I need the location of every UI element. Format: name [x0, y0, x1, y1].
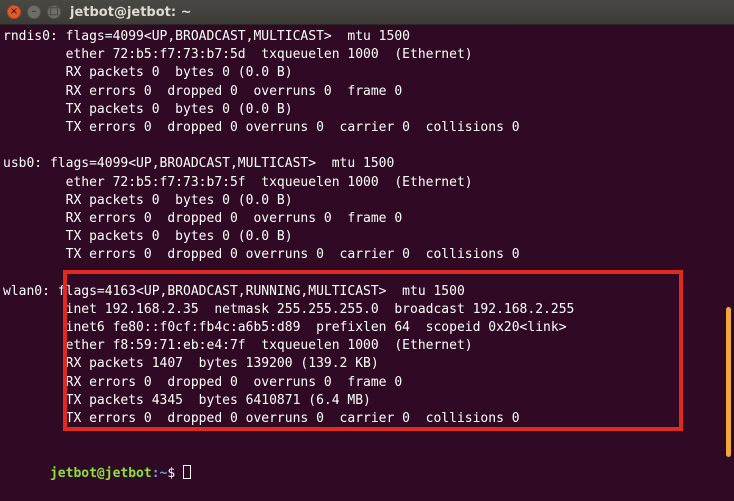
- terminal-line: RX packets 0 bytes 0 (0.0 B): [3, 65, 293, 81]
- title-bar: × – □ jetbot@jetbot: ~: [0, 0, 734, 25]
- terminal-line: RX packets 1407 bytes 139200 (139.2 KB): [3, 356, 379, 372]
- maximize-button[interactable]: □: [47, 5, 61, 19]
- terminal-line: ether 72:b5:f7:73:b7:5f txqueuelen 1000 …: [3, 174, 473, 190]
- text-cursor: [183, 464, 192, 479]
- terminal-output[interactable]: rndis0: flags=4099<UP,BROADCAST,MULTICAS…: [0, 25, 721, 481]
- terminal-line: TX packets 4345 bytes 6410871 (6.4 MB): [3, 392, 371, 408]
- maximize-icon: □: [49, 6, 59, 17]
- terminal-line: rndis0: flags=4099<UP,BROADCAST,MULTICAS…: [3, 29, 410, 44]
- terminal-line: inet 192.168.2.35 netmask 255.255.255.0 …: [3, 301, 575, 317]
- minimize-button[interactable]: –: [27, 5, 41, 19]
- terminal-line: RX errors 0 dropped 0 overruns 0 frame 0: [3, 210, 403, 226]
- terminal-line: wlan0: flags=4163<UP,BROADCAST,RUNNING,M…: [3, 283, 465, 299]
- close-button[interactable]: ×: [7, 5, 21, 19]
- terminal-line: RX errors 0 dropped 0 overruns 0 frame 0: [3, 374, 403, 390]
- scrollbar[interactable]: [721, 25, 734, 463]
- terminal-line: ether 72:b5:f7:73:b7:5d txqueuelen 1000 …: [3, 47, 473, 63]
- terminal-line: usb0: flags=4099<UP,BROADCAST,MULTICAST>…: [3, 156, 395, 172]
- terminal-line: TX packets 0 bytes 0 (0.0 B): [3, 101, 293, 117]
- prompt-line[interactable]: jetbot@jetbot:~$: [3, 446, 721, 481]
- terminal-line: RX packets 0 bytes 0 (0.0 B): [3, 192, 293, 208]
- terminal-line: inet6 fe80::f0cf:fb4c:a6b5:d89 prefixlen…: [3, 320, 567, 335]
- terminal-line: TX errors 0 dropped 0 overruns 0 carrier…: [3, 119, 520, 135]
- prompt-symbol: $: [167, 465, 184, 481]
- scrollbar-thumb[interactable]: [726, 307, 731, 457]
- prompt-user-host: jetbot@jetbot: [49, 465, 152, 481]
- terminal-line: TX errors 0 dropped 0 overruns 0 carrier…: [3, 247, 520, 263]
- terminal-window: × – □ jetbot@jetbot: ~ rndis0: flags=409…: [0, 0, 734, 481]
- terminal-line: RX errors 0 dropped 0 overruns 0 frame 0: [3, 83, 403, 99]
- prompt-path: :~: [151, 465, 168, 481]
- close-icon: ×: [9, 6, 19, 17]
- terminal-line: TX errors 0 dropped 0 overruns 0 carrier…: [3, 410, 520, 426]
- window-title: jetbot@jetbot: ~: [70, 5, 192, 20]
- minimize-icon: –: [31, 6, 37, 17]
- terminal-line: TX packets 0 bytes 0 (0.0 B): [3, 229, 293, 245]
- terminal-line: ether f8:59:71:eb:e4:7f txqueuelen 1000 …: [3, 338, 473, 354]
